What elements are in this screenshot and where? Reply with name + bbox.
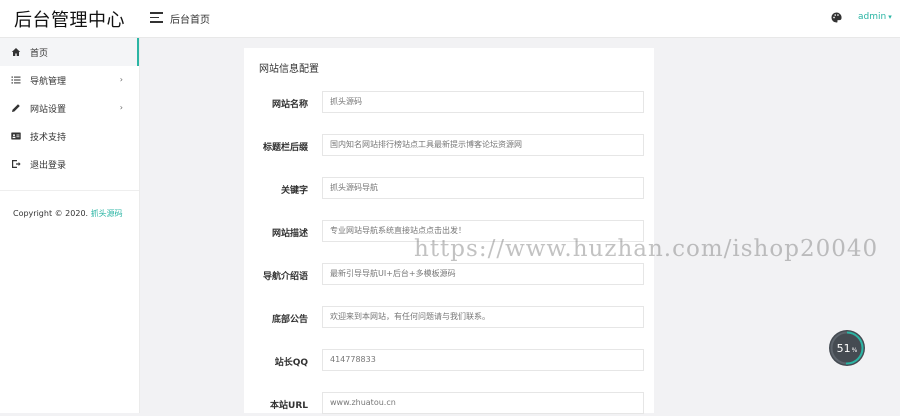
field-label: 本站URL xyxy=(270,401,308,411)
form-row-site-url: 本站URL www.zhuatou.cn xyxy=(244,392,654,416)
sidebar: 首页 导航管理 › 网站设置 › 技术支持 退出登录 Copyright © 2… xyxy=(0,38,140,413)
form-row-footer-notice: 底部公告 欢迎来到本网站，有任何问题请与我们联系。 xyxy=(244,306,654,330)
user-menu[interactable]: admin ▾ xyxy=(858,12,892,22)
watermark: https://www.huzhan.com/ishop20040 xyxy=(414,236,879,262)
sidebar-item-support[interactable]: 技术支持 xyxy=(0,122,139,150)
menu-toggle-icon[interactable] xyxy=(150,12,163,23)
footer-notice-input[interactable]: 欢迎来到本网站，有任何问题请与我们联系。 xyxy=(322,306,644,328)
field-label: 导航介绍语 xyxy=(262,272,308,282)
pencil-icon xyxy=(12,104,20,112)
copyright-text: Copyright © 2020. xyxy=(13,209,89,218)
card-title: 网站信息配置 xyxy=(259,64,319,75)
keywords-input[interactable]: 抓头源码导航 xyxy=(322,177,644,199)
field-label: 底部公告 xyxy=(271,315,308,325)
gauge-label: 51% xyxy=(828,329,866,367)
qq-input[interactable]: 414778833 xyxy=(322,349,644,371)
home-icon xyxy=(11,48,21,56)
site-name-input[interactable]: 抓头源码 xyxy=(322,91,644,113)
intro-input[interactable]: 最新引导导航UI+后台+多模板源码 xyxy=(322,263,644,285)
field-label: 网站描述 xyxy=(271,229,308,239)
site-url-input[interactable]: www.zhuatou.cn xyxy=(322,392,644,414)
id-card-icon xyxy=(11,132,21,140)
title-suffix-input[interactable]: 国内知名网站排行榜站点工具最新提示博客论坛资源网 xyxy=(322,134,644,156)
sidebar-divider xyxy=(0,190,139,191)
form-row-keywords: 关键字 抓头源码导航 xyxy=(244,177,654,201)
form-row-intro: 导航介绍语 最新引导导航UI+后台+多模板源码 xyxy=(244,263,654,287)
sidebar-item-label: 退出登录 xyxy=(30,160,67,171)
app-logo[interactable]: 后台管理中心 xyxy=(0,0,139,37)
gauge-value: 51 xyxy=(836,341,851,355)
logout-icon xyxy=(12,160,21,168)
sidebar-item-site-settings[interactable]: 网站设置 › xyxy=(0,94,139,122)
copyright-brand-link[interactable]: 抓头源码 xyxy=(91,209,123,218)
gauge-unit: % xyxy=(851,346,858,354)
sidebar-item-label: 技术支持 xyxy=(30,132,67,143)
sidebar-item-label: 首页 xyxy=(30,48,49,59)
top-header: 后台管理中心 后台首页 admin ▾ xyxy=(0,0,900,38)
field-label: 关键字 xyxy=(280,186,308,196)
list-icon xyxy=(11,76,21,84)
field-label: 标题栏后缀 xyxy=(262,143,308,153)
field-label: 站长QQ xyxy=(274,358,308,368)
sidebar-item-logout[interactable]: 退出登录 xyxy=(0,150,139,178)
form-row-site-name: 网站名称 抓头源码 xyxy=(244,91,654,115)
chevron-right-icon: › xyxy=(119,75,123,84)
form-row-title-suffix: 标题栏后缀 国内知名网站排行榜站点工具最新提示博客论坛资源网 xyxy=(244,134,654,158)
chevron-right-icon: › xyxy=(119,103,123,112)
progress-gauge[interactable]: 51% xyxy=(828,329,866,367)
page-title: 后台首页 xyxy=(170,15,210,26)
chevron-down-icon: ▾ xyxy=(888,13,892,21)
site-config-card: 网站信息配置 网站名称 抓头源码 标题栏后缀 国内知名网站排行榜站点工具最新提示… xyxy=(244,48,654,416)
palette-icon[interactable] xyxy=(831,12,842,23)
field-label: 网站名称 xyxy=(271,100,308,110)
user-name: admin xyxy=(858,12,887,22)
sidebar-item-label: 导航管理 xyxy=(30,76,67,87)
copyright: Copyright © 2020. 抓头源码 xyxy=(13,208,123,219)
form-row-qq: 站长QQ 414778833 xyxy=(244,349,654,373)
sidebar-item-label: 网站设置 xyxy=(30,104,67,115)
sidebar-item-nav-management[interactable]: 导航管理 › xyxy=(0,66,139,94)
sidebar-item-home[interactable]: 首页 xyxy=(0,38,139,66)
